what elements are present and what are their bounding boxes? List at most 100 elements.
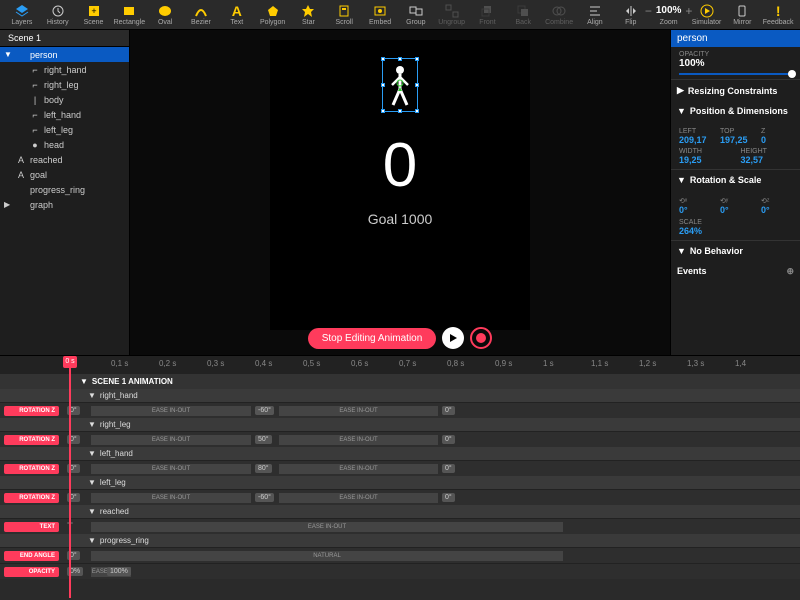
tl-group-left_hand[interactable]: ▼left_hand <box>0 447 800 460</box>
flip-tool[interactable]: Flip <box>613 1 649 29</box>
group-tool[interactable]: Group <box>398 1 434 29</box>
keyframe[interactable]: 0° <box>442 406 455 415</box>
tl-track[interactable]: ROTATION Z0°EASE IN-OUT80°EASE IN-OUT0° <box>0 460 800 476</box>
time-tick: 1,1 s <box>591 359 608 368</box>
tl-track[interactable]: ROTATION Z0°EASE IN-OUT-60°EASE IN-OUT0° <box>0 489 800 505</box>
tl-group-right_leg[interactable]: ▼right_leg <box>0 418 800 431</box>
tl-group-left_leg[interactable]: ▼left_leg <box>0 476 800 489</box>
tl-track[interactable]: END ANGLE0°NATURAL <box>0 547 800 563</box>
layers-tool[interactable]: Layers <box>4 1 40 29</box>
layer-graph[interactable]: ▶graph <box>0 197 129 212</box>
rotation-section[interactable]: ▼Rotation & Scale <box>671 170 800 190</box>
layer-body[interactable]: |body <box>0 92 129 107</box>
layer-person[interactable]: ▼person <box>0 47 129 62</box>
keyframe[interactable]: 100% <box>107 567 131 576</box>
layer-right_leg[interactable]: ⌐right_leg <box>0 77 129 92</box>
mirror-tool[interactable]: Mirror <box>724 1 760 29</box>
timeline-header[interactable]: ▼SCENE 1 ANIMATION <box>0 374 800 389</box>
back-tool[interactable]: Back <box>505 1 541 29</box>
property-badge: ROTATION Z <box>4 406 59 416</box>
scroll-tool[interactable]: Scroll <box>326 1 362 29</box>
time-tick: 0,8 s <box>447 359 464 368</box>
ease-segment[interactable]: EASE IN-OUT <box>91 464 251 474</box>
resizing-section[interactable]: ▶Resizing Constraints <box>671 80 800 101</box>
rectangle-tool[interactable]: Rectangle <box>111 1 147 29</box>
ease-segment[interactable]: EASE IN-OUT <box>279 493 438 503</box>
layer-right_hand[interactable]: ⌐right_hand <box>0 62 129 77</box>
combine-tool[interactable]: Combine <box>541 1 577 29</box>
keyframe[interactable]: 0° <box>442 464 455 473</box>
embed-tool[interactable]: Embed <box>362 1 398 29</box>
timeline-panel: 0 s 0 s0,1 s0,2 s0,3 s0,4 s0,5 s0,6 s0,7… <box>0 355 800 600</box>
tl-track[interactable]: ROTATION Z0°EASE IN-OUT50°EASE IN-OUT0° <box>0 431 800 447</box>
scene-tab[interactable]: Scene 1 <box>0 30 129 47</box>
history-tool[interactable]: History <box>40 1 76 29</box>
tl-group-progress_ring[interactable]: ▼progress_ring <box>0 534 800 547</box>
keyframe[interactable]: 50° <box>255 435 272 444</box>
layer-left_hand[interactable]: ⌐left_hand <box>0 107 129 122</box>
events-section[interactable]: Events⊕ <box>671 261 800 281</box>
ungroup-tool[interactable]: Ungroup <box>434 1 470 29</box>
simulator-tool[interactable]: Simulator <box>689 1 725 29</box>
position-section[interactable]: ▼Position & Dimensions <box>671 101 800 121</box>
time-tick: 0,4 s <box>255 359 272 368</box>
layer-reached[interactable]: Areached <box>0 152 129 167</box>
tl-group-reached[interactable]: ▼reached <box>0 505 800 518</box>
align-tool[interactable]: Align <box>577 1 613 29</box>
tl-track[interactable]: TEXT EASE IN-OUT <box>0 518 800 534</box>
property-badge: END ANGLE <box>4 551 59 561</box>
reached-number: 0 <box>383 130 417 201</box>
feedback-tool[interactable]: !Feedback <box>760 1 796 29</box>
ease-segment[interactable]: EASE IN-OUT <box>279 406 438 416</box>
keyframe[interactable]: 0° <box>442 493 455 502</box>
keyframe[interactable]: 80° <box>255 464 272 473</box>
ease-segment[interactable]: EASE IN-OUT <box>91 406 251 416</box>
tl-group-right_hand[interactable]: ▼right_hand <box>0 389 800 402</box>
zoom-control[interactable]: −100%+ Zoom <box>649 1 689 29</box>
layers-panel: Scene 1 ▼person⌐right_hand⌐right_leg|bod… <box>0 30 130 355</box>
play-button[interactable] <box>442 327 464 349</box>
keyframe[interactable]: -60° <box>255 406 274 415</box>
canvas[interactable]: 0 Goal 1000 Stop Editing Animation <box>130 30 670 355</box>
front-tool[interactable]: Front <box>470 1 506 29</box>
polygon-tool[interactable]: Polygon <box>255 1 291 29</box>
property-badge: ROTATION Z <box>4 493 59 503</box>
text-tool[interactable]: AText <box>219 1 255 29</box>
tl-track[interactable]: OPACITY0%EASE IN-OUT100% <box>0 563 800 579</box>
time-tick: 0,9 s <box>495 359 512 368</box>
keyframe[interactable]: -60° <box>255 493 274 502</box>
ease-segment[interactable]: EASE IN-OUT <box>279 464 438 474</box>
person-figure[interactable] <box>387 65 413 109</box>
ease-segment[interactable]: EASE IN-OUT <box>91 435 251 445</box>
oval-tool[interactable]: Oval <box>147 1 183 29</box>
stop-editing-button[interactable]: Stop Editing Animation <box>308 328 437 349</box>
scene-tool[interactable]: +Scene <box>76 1 112 29</box>
layer-goal[interactable]: Agoal <box>0 167 129 182</box>
inspector-title: person <box>671 30 800 47</box>
add-event-icon[interactable]: ⊕ <box>786 266 794 277</box>
time-tick: 0,1 s <box>111 359 128 368</box>
bezier-tool[interactable]: Bezier <box>183 1 219 29</box>
layer-progress_ring[interactable]: progress_ring <box>0 182 129 197</box>
time-tick: 0,7 s <box>399 359 416 368</box>
ease-segment[interactable]: EASE IN-OUT <box>91 522 563 532</box>
layer-head[interactable]: ●head <box>0 137 129 152</box>
time-tick: 0,5 s <box>303 359 320 368</box>
time-tick: 0,6 s <box>351 359 368 368</box>
stage[interactable]: 0 Goal 1000 <box>270 40 530 330</box>
record-button[interactable] <box>470 327 492 349</box>
behavior-section[interactable]: ▼No Behavior <box>671 241 800 261</box>
time-tick: 1,2 s <box>639 359 656 368</box>
ease-segment[interactable]: EASE IN-OUT <box>279 435 438 445</box>
opacity-slider[interactable] <box>679 73 792 75</box>
playhead[interactable]: 0 s <box>63 356 77 368</box>
ease-segment[interactable]: EASE IN-OUT <box>91 493 251 503</box>
time-ruler[interactable]: 0 s 0 s0,1 s0,2 s0,3 s0,4 s0,5 s0,6 s0,7… <box>0 356 800 374</box>
property-badge: TEXT <box>4 522 59 532</box>
keyframe[interactable]: 0° <box>442 435 455 444</box>
zoom-out[interactable]: − <box>645 4 652 18</box>
star-tool[interactable]: Star <box>291 1 327 29</box>
tl-track[interactable]: ROTATION Z0°EASE IN-OUT-60°EASE IN-OUT0° <box>0 402 800 418</box>
ease-segment[interactable]: NATURAL <box>91 551 563 561</box>
layer-left_leg[interactable]: ⌐left_leg <box>0 122 129 137</box>
